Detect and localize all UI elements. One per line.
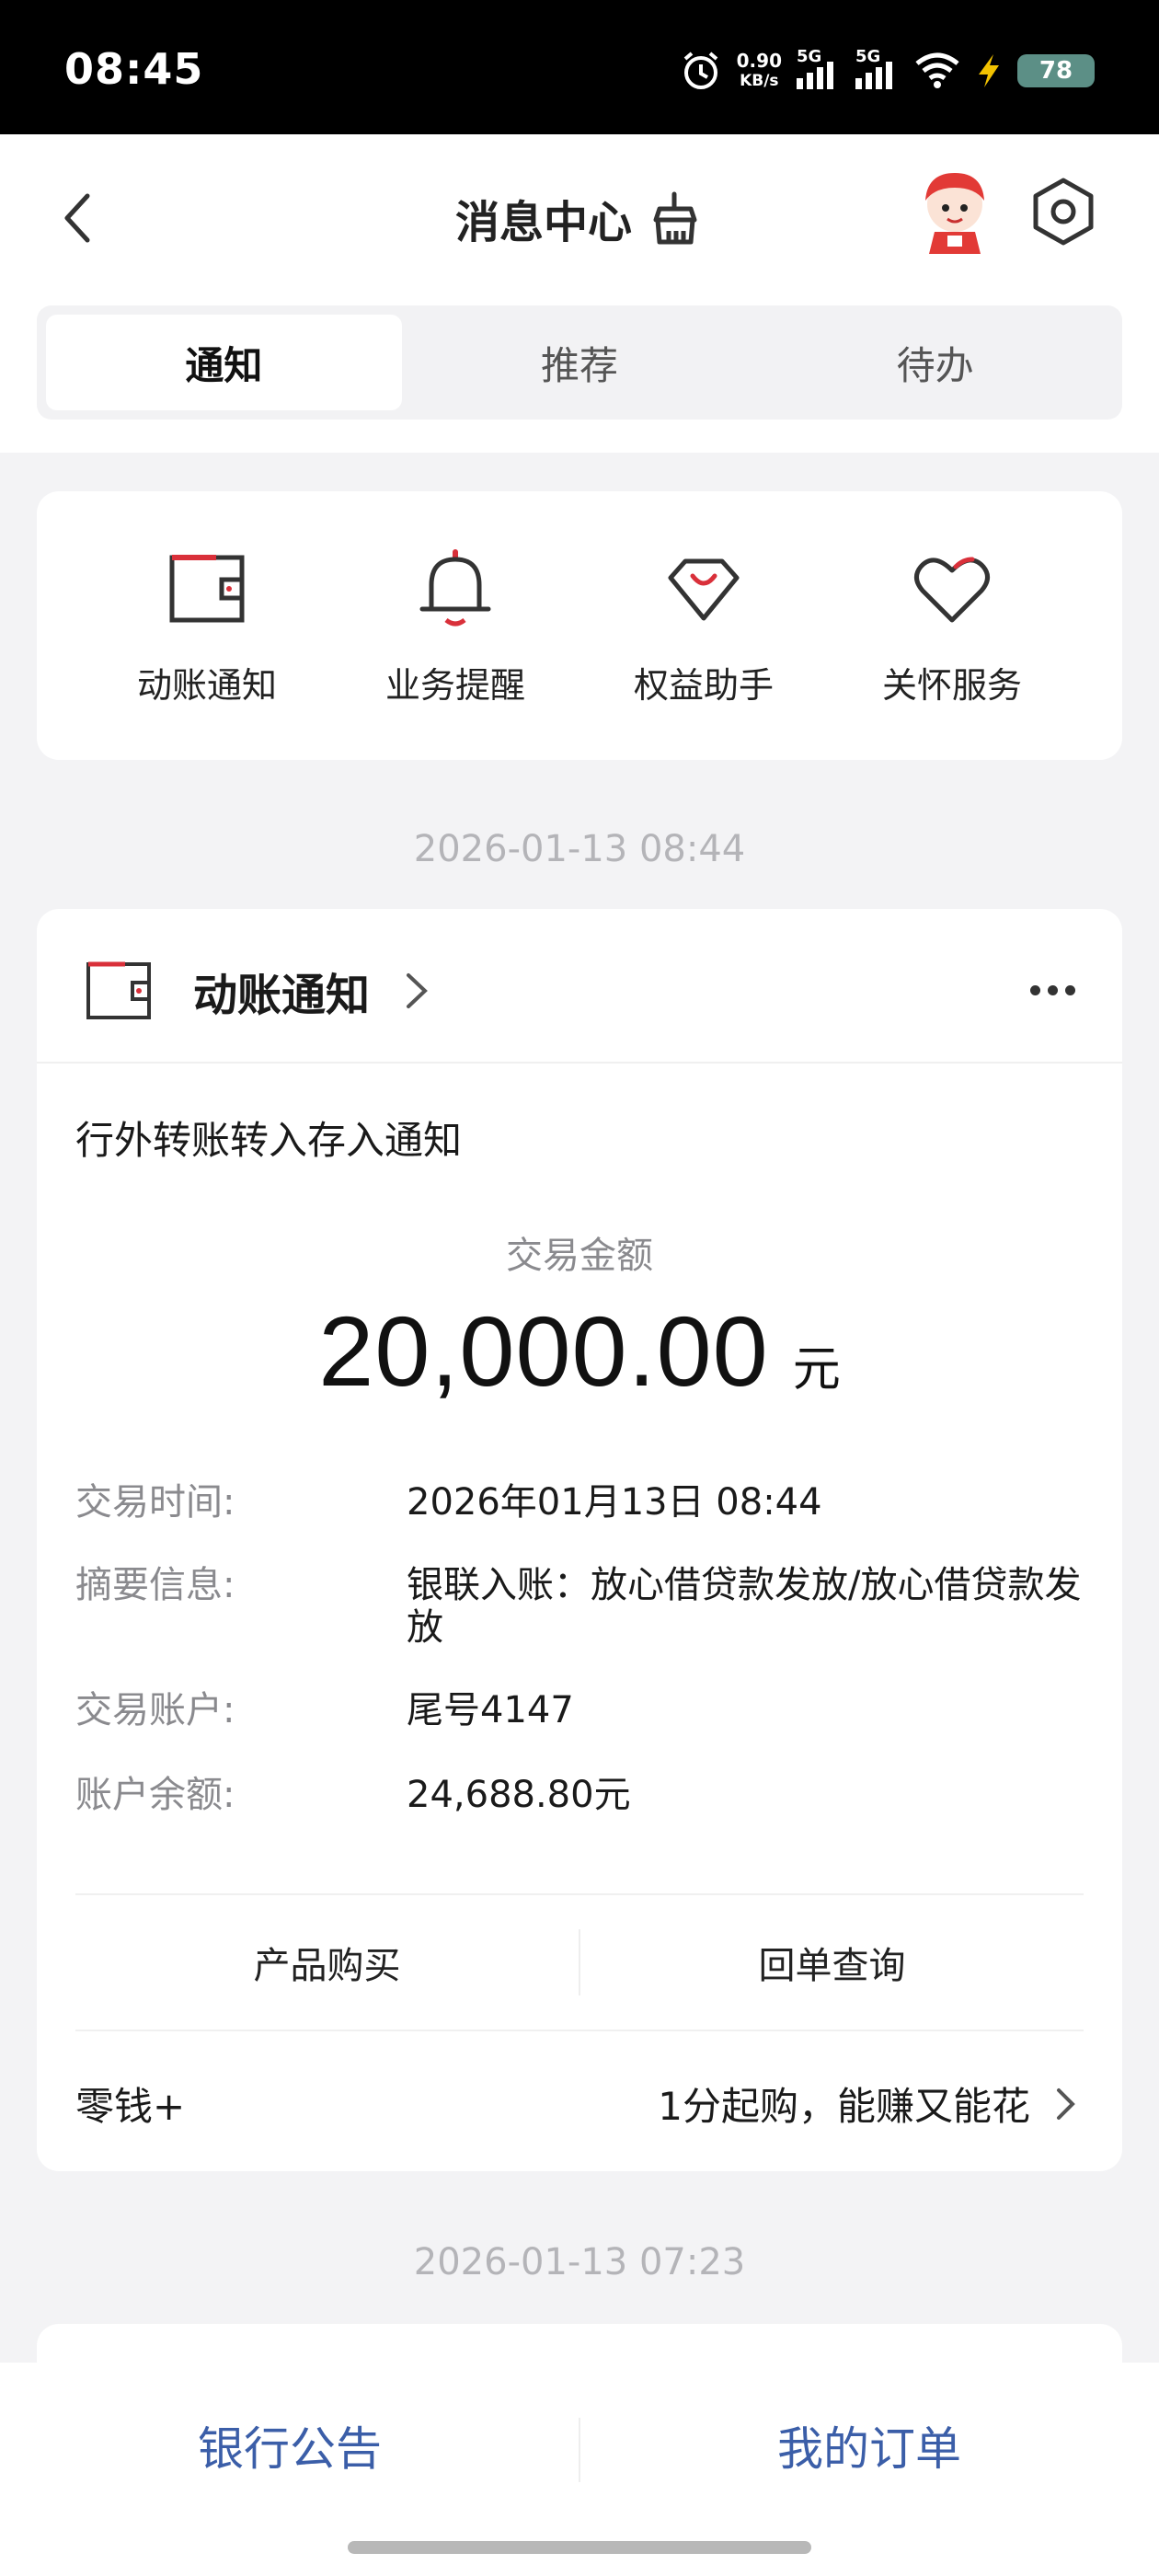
detail-row-time: 交易时间: 2026年01月13日 08:44 (75, 1481, 1087, 1527)
wifi-icon (915, 52, 959, 88)
detail-value: 2026年01月13日 08:44 (407, 1481, 822, 1524)
header: 消息中心 通知 推荐 待办 (0, 134, 1159, 453)
message-timestamp: 2026-01-13 08:44 (413, 828, 746, 870)
bank-announcement-button[interactable]: 银行公告 (198, 2412, 382, 2478)
receipt-query-button[interactable]: 回单查询 (580, 1936, 1084, 1989)
settings-hexagon-icon (1033, 178, 1094, 246)
battery-indicator: 78 (1017, 54, 1095, 87)
net-speed: 0.90 KB/s (737, 51, 782, 91)
status-icons: 0.90 KB/s 5G 5G 78 (680, 47, 1095, 94)
divider (579, 2418, 580, 2482)
product-purchase-button[interactable]: 产品购买 (75, 1936, 579, 1989)
detail-value: 24,688.80元 (407, 1774, 631, 1816)
shortcut-label: 权益助手 (633, 665, 774, 706)
tab-recommend[interactable]: 推荐 (402, 315, 758, 410)
category-shortcuts: 动账通知 业务提醒 权益助手 关怀服务 (37, 491, 1122, 760)
shortcut-care-service[interactable]: 关怀服务 (828, 491, 1076, 760)
net-speed-value: 0.90 (736, 50, 782, 72)
promo-row[interactable]: 零钱+ 1分起购，能赚又能花 (75, 2033, 1084, 2162)
shortcut-label: 关怀服务 (881, 665, 1022, 706)
status-time: 08:45 (64, 44, 204, 94)
tab-bar: 通知 推荐 待办 (37, 305, 1122, 420)
notification-card-header[interactable]: 动账通知 (37, 909, 1122, 1064)
status-bar: 08:45 0.90 KB/s 5G 5G 78 (0, 0, 1159, 134)
detail-row-balance: 账户余额: 24,688.80元 (75, 1774, 1087, 1820)
signal-icon: 5G (855, 47, 900, 89)
heart-icon (914, 557, 990, 623)
tab-notification[interactable]: 通知 (46, 315, 402, 410)
promo-description: 1分起购，能赚又能花 (658, 2084, 1030, 2129)
shortcut-label: 动账通知 (136, 665, 277, 706)
settings-button[interactable] (1028, 173, 1098, 250)
detail-row-account: 交易账户: 尾号4147 (75, 1689, 1087, 1735)
detail-value: 尾号4147 (407, 1689, 574, 1731)
clear-broom-icon[interactable] (648, 190, 704, 246)
signal-label: 5G (855, 47, 881, 66)
shortcut-business-reminder[interactable]: 业务提醒 (331, 491, 580, 760)
home-indicator[interactable] (348, 2541, 811, 2554)
detail-key: 交易账户: (75, 1689, 235, 1731)
notification-title: 行外转账转入存入通知 (75, 1118, 463, 1163)
detail-key: 交易时间: (75, 1481, 235, 1524)
shortcut-label: 业务提醒 (384, 665, 525, 706)
chevron-right-icon (1057, 2088, 1075, 2120)
signal-label: 5G (797, 47, 822, 66)
my-orders-button[interactable]: 我的订单 (777, 2412, 961, 2478)
amount-unit: 元 (792, 1342, 841, 1397)
page-title: 消息中心 (454, 197, 632, 248)
alarm-icon (683, 52, 717, 89)
tab-todo[interactable]: 待办 (757, 315, 1113, 410)
detail-value: 银联入账：放心借贷款发放/放心借贷款发放 (407, 1564, 1082, 1649)
detail-key: 摘要信息: (75, 1564, 235, 1606)
detail-key: 账户余额: (75, 1774, 235, 1816)
amount-value: 20,000.00 (318, 1295, 769, 1407)
bell-icon (419, 549, 491, 627)
chevron-right-icon (407, 973, 428, 1008)
notification-category: 动账通知 (193, 970, 371, 1021)
detail-row-summary: 摘要信息: 银联入账：放心借贷款发放/放心借贷款发放 (75, 1564, 1087, 1652)
notification-card: 动账通知 行外转账转入存入通知 交易金额 20,000.00 元 交易时间: 20… (37, 909, 1122, 2171)
wallet-icon (169, 555, 245, 623)
shortcut-benefits-assistant[interactable]: 权益助手 (580, 491, 828, 760)
diamond-icon (668, 558, 740, 621)
wallet-icon (86, 961, 151, 1019)
mascot-avatar[interactable] (911, 167, 999, 256)
transaction-amount: 20,000.00 元 (37, 1294, 1122, 1409)
signal-icon: 5G (797, 47, 841, 89)
amount-label: 交易金额 (506, 1235, 653, 1277)
net-speed-unit: KB/s (740, 72, 779, 90)
message-timestamp: 2026-01-13 07:23 (413, 2241, 746, 2283)
shortcut-account-change[interactable]: 动账通知 (83, 491, 331, 760)
notification-actions: 产品购买 回单查询 (75, 1893, 1084, 2031)
more-options-icon[interactable] (1030, 981, 1082, 999)
promo-name: 零钱+ (75, 2084, 186, 2129)
bottom-bar: 银行公告 我的订单 (0, 2363, 1159, 2576)
charging-icon (979, 54, 999, 87)
